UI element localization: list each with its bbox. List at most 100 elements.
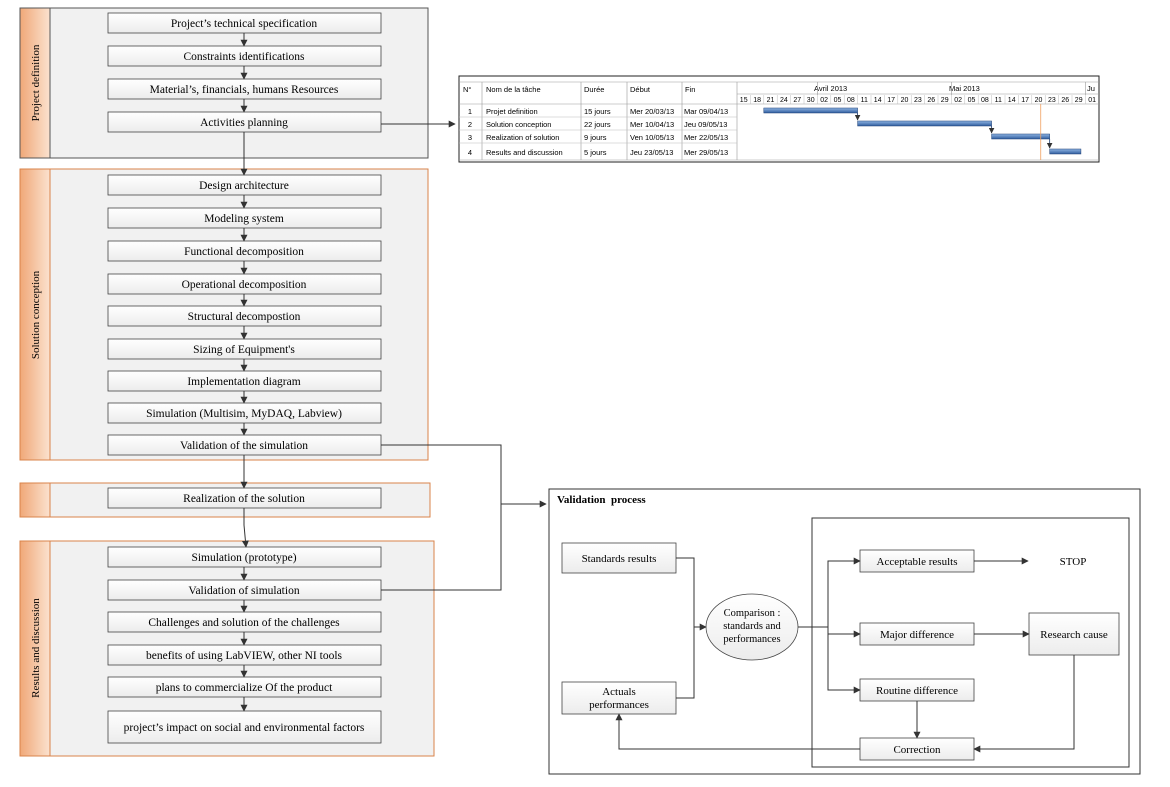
step-label: benefits of using LabVIEW, other NI tool…: [146, 650, 343, 662]
gantt-month-label: Mai 2013: [949, 84, 980, 93]
methodology-diagram: Project definition Project’s technical s…: [19, 7, 1141, 775]
validation-process: Validation process Standards results Act…: [548, 488, 1141, 775]
gantt-cell-duration: 5 jours: [584, 148, 607, 157]
validation-title: Validation process: [557, 494, 646, 506]
step-box[interactable]: Design architecture: [107, 174, 382, 196]
gantt-day-label: 14: [874, 97, 882, 104]
gantt-day-label: 29: [1075, 97, 1083, 104]
gantt-cell-num: 4: [468, 148, 472, 157]
step-box[interactable]: Material’s, financials, humans Resources: [107, 78, 382, 100]
step-box[interactable]: Activities planning: [107, 111, 382, 133]
phase-project-definition: Project definition Project’s technical s…: [19, 7, 429, 159]
gantt-bar: [763, 107, 858, 114]
gantt-day-label: 23: [914, 97, 922, 104]
step-box[interactable]: Simulation (Multisim, MyDAQ, Labview): [107, 402, 382, 424]
major-difference-box[interactable]: Major difference: [859, 622, 975, 646]
step-box[interactable]: Modeling system: [107, 207, 382, 229]
gantt-day-label: 08: [847, 97, 855, 104]
gantt-day-label: 01: [1088, 97, 1096, 104]
gantt-day-label: 17: [1021, 97, 1029, 104]
correction-box[interactable]: Correction: [859, 737, 975, 761]
gantt-day-label: 02: [820, 97, 828, 104]
step-label: Activities planning: [200, 117, 288, 129]
gantt-cell-num: 2: [468, 120, 472, 129]
acceptable-results-box[interactable]: Acceptable results: [859, 549, 975, 573]
step-label: Implementation diagram: [187, 376, 300, 388]
step-label: Challenges and solution of the challenge…: [148, 617, 340, 629]
step-box[interactable]: Challenges and solution of the challenge…: [107, 611, 382, 633]
phase-solution-conception: Solution conception Design architecture …: [19, 168, 429, 461]
phase-label: Project definition: [30, 44, 42, 121]
gantt-day-label: 29: [941, 97, 949, 104]
gantt-day-label: 20: [1035, 97, 1043, 104]
step-label: Structural decompostion: [188, 311, 301, 323]
step-label: Project’s technical specification: [171, 18, 317, 30]
step-label: Simulation (Multisim, MyDAQ, Labview): [146, 408, 342, 420]
step-label: Validation of the simulation: [180, 440, 308, 452]
step-box[interactable]: Project’s technical specification: [107, 12, 382, 34]
comparison-line3: performances: [723, 634, 780, 645]
routine-difference-box[interactable]: Routine difference: [859, 678, 975, 702]
gantt-day-label: 05: [968, 97, 976, 104]
step-label: plans to commercialize Of the product: [156, 682, 333, 694]
gantt-day-label: 23: [1048, 97, 1056, 104]
step-box[interactable]: plans to commercialize Of the product: [107, 676, 382, 698]
standards-results-label: Standards results: [582, 553, 657, 565]
gantt-bar: [1049, 148, 1082, 155]
actuals-label-line1: Actuals: [602, 686, 636, 698]
comparison-ellipse[interactable]: Comparison : standards and performances: [705, 593, 799, 661]
gantt-cell-num: 3: [468, 133, 472, 142]
research-cause-box[interactable]: Research cause: [1028, 612, 1120, 656]
gantt-day-label: 11: [861, 97, 868, 104]
step-box[interactable]: Functional decomposition: [107, 240, 382, 262]
step-label: project’s impact on social and environme…: [124, 722, 365, 734]
step-box[interactable]: Simulation (prototype): [107, 546, 382, 568]
gantt-cell-name: Projet definition: [486, 107, 538, 116]
step-label: Constraints identifications: [183, 51, 305, 63]
gantt-day-label: 20: [901, 97, 909, 104]
step-label: Operational decomposition: [182, 279, 307, 291]
gantt-cell-name: Results and discussion: [486, 148, 563, 157]
gantt-day-label: 05: [834, 97, 842, 104]
gantt-cell-start: Ven 10/05/13: [630, 133, 674, 142]
step-label: Validation of simulation: [188, 585, 299, 597]
correction-label: Correction: [893, 744, 941, 756]
standards-results-box[interactable]: Standards results: [561, 542, 677, 574]
step-label: Material’s, financials, humans Resources: [150, 84, 339, 96]
gantt-cell-end: Mer 22/05/13: [684, 133, 728, 142]
routine-difference-label: Routine difference: [876, 685, 958, 697]
gantt-cell-end: Jeu 09/05/13: [684, 120, 727, 129]
step-box[interactable]: Validation of the simulation: [107, 434, 382, 456]
research-cause-label: Research cause: [1040, 629, 1108, 641]
phase-results-discussion: Results and discussion Simulation (proto…: [19, 540, 435, 757]
gantt-header-duration: Durée: [584, 85, 604, 94]
gantt-cell-name: Solution conception: [486, 120, 551, 129]
step-box[interactable]: Implementation diagram: [107, 370, 382, 392]
gantt-day-label: 27: [793, 97, 801, 104]
gantt-cell-num: 1: [468, 107, 472, 116]
step-box[interactable]: Validation of simulation: [107, 579, 382, 601]
gantt-cell-start: Mer 10/04/13: [630, 120, 674, 129]
actuals-label-line2: performances: [589, 699, 649, 711]
step-box[interactable]: project’s impact on social and environme…: [107, 710, 382, 744]
gantt-day-label: 17: [887, 97, 895, 104]
step-label: Sizing of Equipment's: [193, 344, 295, 356]
actuals-performances-box[interactable]: Actuals performances: [561, 681, 677, 715]
gantt-day-label: 24: [780, 97, 788, 104]
step-box[interactable]: Structural decompostion: [107, 305, 382, 327]
step-label: Simulation (prototype): [191, 552, 296, 564]
step-box[interactable]: Constraints identifications: [107, 45, 382, 67]
gantt-day-label: 08: [981, 97, 989, 104]
comparison-line1: Comparison :: [724, 608, 781, 619]
gantt-chart: N° Nom de la tâche Durée Début Fin Avril…: [458, 75, 1100, 163]
gantt-header-start: Début: [630, 85, 651, 94]
gantt-cell-end: Mer 29/05/13: [684, 148, 728, 157]
step-box[interactable]: Operational decomposition: [107, 273, 382, 295]
step-label: Realization of the solution: [183, 493, 305, 505]
gantt-day-label: 26: [927, 97, 935, 104]
phase-label: Results and discussion: [30, 598, 42, 698]
step-box[interactable]: benefits of using LabVIEW, other NI tool…: [107, 644, 382, 666]
step-box[interactable]: Sizing of Equipment's: [107, 338, 382, 360]
gantt-cell-duration: 15 jours: [584, 107, 611, 116]
step-box[interactable]: Realization of the solution: [107, 487, 382, 509]
